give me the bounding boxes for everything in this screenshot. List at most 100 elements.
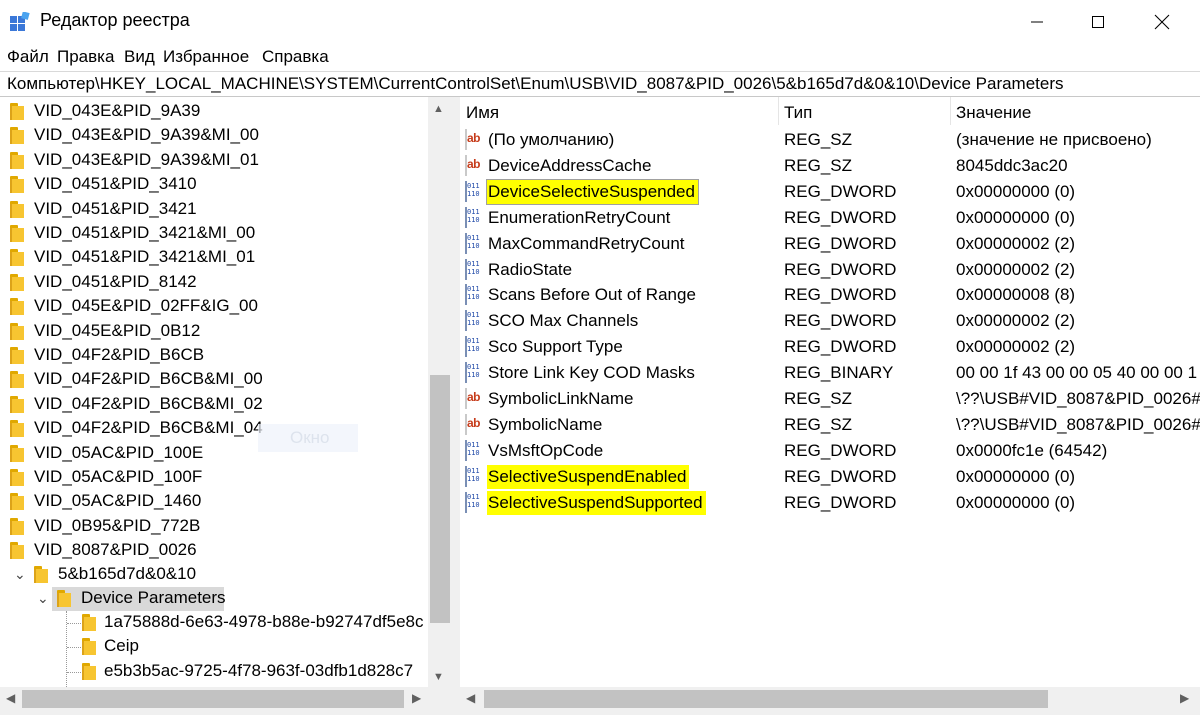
value-row[interactable]: 011 110 Scans Before Out of Range REG_DWORD… bbox=[460, 282, 1200, 308]
tree-item[interactable]: VID_043E&PID_9A39&MI_01 bbox=[0, 149, 428, 173]
tree-item-child[interactable]: e5b3b5ac-9725-4f78-963f-03dfb1d828c7 bbox=[0, 660, 428, 684]
tree-item[interactable]: VID_0451&PID_3410 bbox=[0, 173, 428, 197]
value-name: SymbolicName bbox=[488, 415, 602, 435]
column-header-data[interactable]: Значение bbox=[950, 97, 1200, 125]
value-row[interactable]: 011 110 DeviceSelectiveSuspended REG_DWORD 0… bbox=[460, 178, 1200, 205]
value-row[interactable]: ab SymbolicName REG_SZ \??\USB#VID_8087&PID… bbox=[460, 412, 1200, 438]
value-row[interactable]: 011 110 Sco Support Type REG_DWORD 0x0000000… bbox=[460, 334, 1200, 360]
folder-icon bbox=[82, 662, 100, 680]
maximize-button[interactable] bbox=[1068, 0, 1128, 44]
value-row[interactable]: 011 110 SCO Max Channels REG_DWORD 0x0000000… bbox=[460, 308, 1200, 334]
tree-item[interactable]: VID_0451&PID_3421 bbox=[0, 198, 428, 222]
folder-icon bbox=[10, 176, 28, 194]
tree-item[interactable]: VID_045E&PID_0B12 bbox=[0, 320, 428, 344]
tree-horizontal-scrollbar[interactable]: ◀ ▶ bbox=[0, 687, 452, 711]
tree-item[interactable]: VID_045E&PID_02FF&IG_00 bbox=[0, 295, 428, 319]
value-name-text: VsMsftOpCode bbox=[488, 440, 604, 460]
tree-item[interactable]: VID_04F2&PID_B6CB&MI_04 bbox=[0, 417, 428, 441]
folder-icon bbox=[10, 151, 28, 169]
folder-icon bbox=[82, 638, 100, 656]
value-row[interactable]: ab SymbolicLinkName REG_SZ \??\USB#VID_8087… bbox=[460, 386, 1200, 412]
value-name-text: (По умолчанию) bbox=[488, 130, 615, 149]
folder-icon bbox=[10, 298, 28, 316]
value-row[interactable]: 011 110 SelectiveSuspendSupported REG_DWORD… bbox=[460, 490, 1200, 516]
scroll-right-icon[interactable]: ▶ bbox=[1180, 691, 1189, 705]
folder-icon bbox=[10, 322, 28, 340]
tree-item[interactable]: VID_04F2&PID_B6CB&MI_02 bbox=[0, 393, 428, 417]
tree-item[interactable]: VID_0451&PID_8142 bbox=[0, 271, 428, 295]
minimize-button[interactable] bbox=[1007, 0, 1067, 44]
binary-value-icon: 011 110 bbox=[465, 439, 480, 461]
tree-item[interactable]: VID_05AC&PID_1460 bbox=[0, 490, 428, 514]
value-row[interactable]: 011 110 EnumerationRetryCount REG_DWORD 0x00… bbox=[460, 205, 1200, 231]
column-header-name[interactable]: Имя bbox=[460, 97, 778, 125]
scroll-left-icon[interactable]: ◀ bbox=[6, 691, 15, 705]
values-horizontal-scrollbar[interactable]: ◀ ▶ bbox=[460, 687, 1200, 711]
menu-file[interactable]: Файл bbox=[7, 47, 49, 67]
tree-item-label: e5b3b5ac-9725-4f78-963f-03dfb1d828c7 bbox=[104, 660, 414, 680]
folder-icon bbox=[10, 493, 28, 511]
pane-splitter[interactable] bbox=[452, 97, 460, 715]
tree-item[interactable]: VID_0B95&PID_772B bbox=[0, 515, 428, 539]
value-row[interactable]: 011 110 RadioState REG_DWORD 0x00000002 (2) bbox=[460, 257, 1200, 283]
tree-item-label: VID_05AC&PID_1460 bbox=[34, 491, 202, 511]
tree-item-label: VID_04F2&PID_B6CB bbox=[34, 345, 205, 364]
value-row[interactable]: 011 110 SelectiveSuspendEnabled REG_DWORD 0x… bbox=[460, 464, 1200, 490]
scroll-thumb[interactable] bbox=[22, 690, 404, 708]
tree-item-child[interactable]: Ceip bbox=[0, 635, 428, 659]
close-button[interactable] bbox=[1132, 0, 1192, 44]
tree-item-label: VID_04F2&PID_B6CB&MI_04 bbox=[34, 418, 263, 438]
folder-icon bbox=[82, 614, 100, 631]
tree-item[interactable]: VID_04F2&PID_B6CB bbox=[0, 344, 428, 368]
tree-item[interactable]: VID_043E&PID_9A39&MI_00 bbox=[0, 124, 428, 148]
tree-item-expanded-key[interactable]: ⌄ 5&b165d7d&0&10 bbox=[0, 563, 428, 587]
address-bar[interactable]: Компьютер\HKEY_LOCAL_MACHINE\SYSTEM\Curr… bbox=[0, 71, 1200, 97]
value-row[interactable]: 011 110 Store Link Key COD Masks REG_BINARY… bbox=[460, 360, 1200, 386]
folder-icon bbox=[10, 103, 28, 120]
column-type-label: Тип bbox=[784, 103, 813, 122]
key-tree[interactable]: VID_043E&PID_9A39 VID_043E&PID_9A39&MI_00… bbox=[0, 97, 452, 715]
value-data: 0x00000000 (0) bbox=[956, 207, 1076, 227]
value-row[interactable]: ab (По умолчанию) REG_SZ (значение не присв… bbox=[460, 127, 1200, 153]
scroll-left-icon[interactable]: ◀ bbox=[466, 691, 475, 705]
string-value-icon: ab bbox=[465, 413, 481, 435]
tree-item[interactable]: VID_05AC&PID_100F bbox=[0, 466, 428, 490]
value-name: SelectiveSuspendEnabled bbox=[487, 464, 690, 489]
scroll-thumb[interactable] bbox=[484, 690, 1048, 708]
tree-item[interactable]: VID_0451&PID_3421&MI_00 bbox=[0, 222, 428, 246]
scroll-thumb[interactable] bbox=[430, 375, 450, 623]
folder-icon bbox=[10, 542, 28, 560]
tree-item[interactable]: VID_8087&PID_0026 bbox=[0, 539, 428, 563]
scroll-down-icon[interactable]: ▼ bbox=[433, 671, 444, 683]
menu-view[interactable]: Вид bbox=[124, 47, 155, 67]
chevron-down-icon[interactable]: ⌄ bbox=[14, 566, 26, 583]
values-list[interactable]: Имя Тип Значение ab (По умолчанию) REG_SZ (… bbox=[460, 97, 1200, 715]
tree-item[interactable]: VID_0451&PID_3421&MI_01 bbox=[0, 246, 428, 270]
scroll-corner bbox=[428, 687, 452, 711]
value-row[interactable]: 011 110 MaxCommandRetryCount REG_DWORD 0x000… bbox=[460, 231, 1200, 257]
value-row[interactable]: ab DeviceAddressCache REG_SZ 8045ddc3ac20 bbox=[460, 153, 1200, 179]
menu-favorites[interactable]: Избранное bbox=[163, 47, 249, 67]
value-data: 0x00000002 (2) bbox=[956, 233, 1076, 253]
tree-vertical-scrollbar[interactable]: ▲ ▼ bbox=[428, 97, 452, 687]
chevron-down-icon[interactable]: ⌄ bbox=[37, 590, 49, 607]
tree-item-label: VID_0451&PID_3410 bbox=[34, 174, 197, 194]
column-header-type[interactable]: Тип bbox=[778, 97, 950, 125]
value-data: 0x00000000 (0) bbox=[956, 181, 1076, 201]
tree-item[interactable]: VID_04F2&PID_B6CB&MI_00 bbox=[0, 368, 428, 392]
scroll-up-icon[interactable]: ▲ bbox=[433, 103, 444, 115]
value-name: (По умолчанию) bbox=[488, 130, 614, 150]
value-data: 0x00000000 (0) bbox=[956, 492, 1076, 512]
value-name-text: SymbolicLinkName bbox=[488, 389, 634, 408]
tree-item[interactable]: VID_043E&PID_9A39 bbox=[0, 100, 428, 124]
menu-edit[interactable]: Правка bbox=[57, 47, 114, 67]
scroll-right-icon[interactable]: ▶ bbox=[412, 691, 421, 705]
tree-item[interactable]: VID_05AC&PID_100E bbox=[0, 442, 428, 466]
tree-item-selected-key[interactable]: ⌄ Device Parameters bbox=[0, 587, 428, 611]
tree-item-child[interactable]: 1a75888d-6e63-4978-b88e-b92747df5e8c bbox=[0, 611, 428, 635]
menu-help[interactable]: Справка bbox=[262, 47, 329, 67]
menu-bar: Файл Правка Вид Избранное Справка bbox=[0, 44, 1200, 70]
value-type: REG_SZ bbox=[784, 389, 853, 408]
value-row[interactable]: 011 110 VsMsftOpCode REG_DWORD 0x0000fc1e (6… bbox=[460, 438, 1200, 464]
binary-value-icon: 011 110 bbox=[465, 465, 480, 487]
